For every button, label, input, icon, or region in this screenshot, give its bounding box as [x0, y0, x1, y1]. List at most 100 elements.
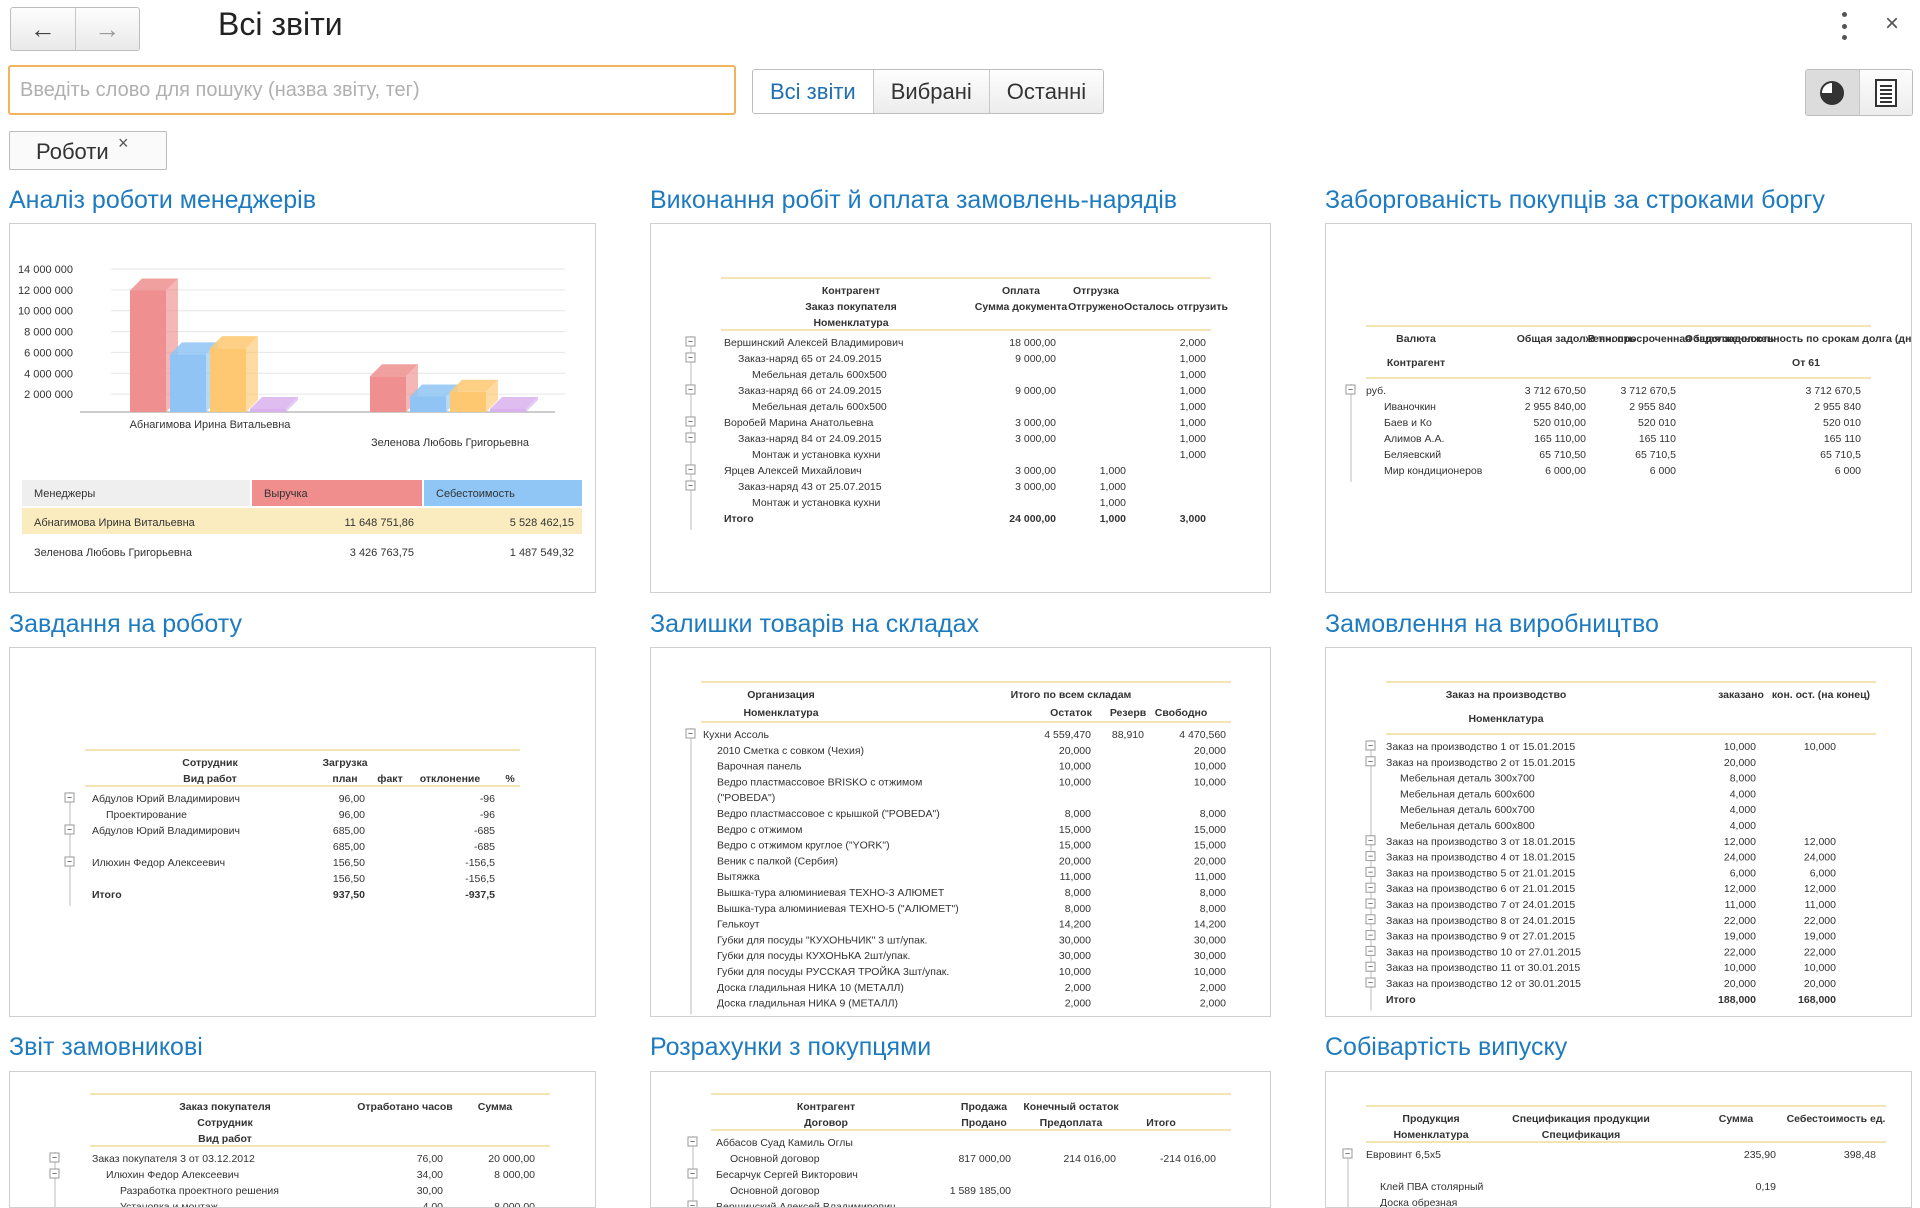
row-label: Доска гладильная НИКА 10 (МЕТАЛЛ) [717, 982, 904, 994]
row-label: руб. [1366, 385, 1386, 397]
tag-remove-icon[interactable]: × [118, 124, 129, 163]
report-title-work-assignment[interactable]: Завдання на роботу [9, 610, 242, 639]
header-cell: Продукция [1402, 1113, 1459, 1125]
report-preview-manager-analysis[interactable]: 14 000 000 12 000 000 10 000 000 8 000 000 6… [9, 223, 596, 593]
row-label: Итого [724, 513, 754, 525]
report-title-customer-settlements[interactable]: Розрахунки з покупцями [650, 1033, 931, 1062]
list-view-button[interactable] [1858, 70, 1912, 115]
report-preview-customer-report[interactable]: Заказ покупателя Отработано часов Сумма Сот… [9, 1071, 596, 1208]
row-label: Итого [1386, 994, 1416, 1006]
header-cell: Заказ покупателя [179, 1101, 271, 1113]
row-label: Мебельная деталь 300х700 [1400, 773, 1535, 785]
row-label: Основной договор [730, 1153, 820, 1165]
view-mode-toggle [1805, 69, 1913, 116]
filter-all-reports[interactable]: Всі звіти [753, 70, 873, 113]
header-cell: Свободно [1155, 707, 1208, 719]
filter-favorites[interactable]: Вибрані [872, 70, 989, 113]
row-value: 3 000,00 [1015, 417, 1056, 429]
row-value: 6,000 [1810, 867, 1836, 879]
row-value: 3,000 [1180, 513, 1206, 525]
row-value: 685,00 [333, 841, 365, 853]
row-value: 30,000 [1194, 934, 1226, 946]
report-preview-work-assignment[interactable]: Сотрудник Загрузка Вид работ план факт отклон… [9, 647, 596, 1017]
header-cell: % [505, 773, 515, 785]
report-title-production-orders[interactable]: Замовлення на виробництво [1325, 610, 1659, 639]
row-value: 1,000 [1180, 353, 1206, 365]
forward-button[interactable]: → [74, 8, 140, 50]
row-label: Губки для посуды РУССКАЯ ТРОЙКА 3шт/упак… [717, 965, 949, 978]
pie-chart-icon [1820, 80, 1845, 105]
row-value: 30,000 [1194, 950, 1226, 962]
preview-view-button[interactable] [1806, 70, 1859, 115]
row-value: 22,000 [1804, 946, 1836, 958]
report-title-manager-analysis[interactable]: Аналіз роботи менеджерів [9, 186, 316, 215]
row-value: 30,000 [1059, 934, 1091, 946]
row-value: 10,000 [1059, 966, 1091, 978]
row-value: 10,000 [1059, 761, 1091, 773]
row-value: 398,48 [1844, 1149, 1876, 1161]
search-input[interactable] [8, 65, 736, 115]
row-value: 9 000,00 [1015, 385, 1056, 397]
report-preview-production-cost[interactable]: Продукция Спецификация продукции Сумма Себе… [1325, 1071, 1912, 1208]
row-value: 8,000 [1065, 903, 1091, 915]
row-label: Монтаж и установка кухни [752, 449, 880, 461]
row-label: Бесарчук Сергей Викторович [716, 1169, 858, 1181]
header-cell: план [332, 773, 357, 785]
tag-filter-chip[interactable]: Роботи × [9, 131, 167, 170]
page-title: Всі звіти [218, 6, 343, 42]
report-preview-warehouse-stock[interactable]: Организация Итого по всем складам Номенкла… [650, 647, 1271, 1017]
header-cell: Контрагент [797, 1101, 855, 1113]
more-menu-icon[interactable] [1838, 12, 1850, 40]
report-preview-receivables-aging[interactable]: Валюта Общая задолженность В т.ч. просроче… [1325, 223, 1912, 593]
row-value: 3 712 670,5 [1806, 385, 1862, 397]
chart-bar [490, 409, 526, 412]
row-value: 6 000,00 [1545, 465, 1586, 477]
header-cell: Конечный остаток [1023, 1101, 1119, 1113]
row-value: 10,000 [1724, 741, 1756, 753]
row-label: Мебельная деталь 600х600 [1400, 788, 1535, 800]
row-value: 4,000 [1730, 804, 1756, 816]
row-label: Вышка-тура алюминиевая ТЕХНО-5 ("АЛЮМЕТ"… [717, 903, 959, 915]
row-label: Заказ на производство 9 от 27.01.2015 [1386, 931, 1575, 943]
header-cell: Себестоимость ед. [1787, 1113, 1886, 1125]
table-header-label: Менеджеры [34, 488, 95, 500]
report-title-production-cost[interactable]: Собівартість випуску [1325, 1033, 1567, 1062]
row-value: 20,000 [1804, 978, 1836, 990]
row-value: 15,000 [1059, 824, 1091, 836]
report-filter-group: Всі звіти Вибрані Останні [752, 69, 1105, 114]
close-button[interactable]: × [1885, 10, 1899, 38]
report-title-work-orders[interactable]: Виконання робіт й оплата замовлень-наряд… [650, 186, 1177, 215]
report-preview-work-orders[interactable]: Контрагент Оплата Отгрузка Заказ покупателя… [650, 223, 1271, 593]
report-title-warehouse-stock[interactable]: Залишки товарів на складах [650, 610, 979, 639]
row-value: 15,000 [1194, 840, 1226, 852]
tree-expander-sign: − [1368, 867, 1373, 877]
tree-expander-sign: − [688, 465, 693, 475]
header-cell: От 61 [1792, 357, 1820, 369]
report-preview-customer-settlements[interactable]: Контрагент Продажа Конечный остаток Договор… [650, 1071, 1271, 1208]
row-label: Мебельная деталь 600х700 [1400, 804, 1535, 816]
axis-tick-label: 2 000 000 [24, 389, 73, 401]
back-button[interactable]: ← [11, 8, 75, 50]
row-label: Кухни Ассоль [703, 729, 770, 741]
row-value: 937,50 [333, 889, 365, 901]
row-value: 3 000,00 [1015, 481, 1056, 493]
header-cell: Валюта [1396, 333, 1436, 345]
row-value: 520 010 [1638, 417, 1676, 429]
tree-expander-sign: − [688, 433, 693, 443]
report-title-receivables-aging[interactable]: Заборгованість покупців за строками борг… [1325, 186, 1825, 215]
tree-expander-sign: − [1368, 962, 1373, 972]
report-title-customer-report[interactable]: Звіт замовникові [9, 1033, 203, 1062]
row-value: 214 016,00 [1063, 1153, 1116, 1165]
tree-expander-sign: − [688, 729, 693, 739]
header-cell: Сумма [1719, 1113, 1754, 1125]
row-value: 10,000 [1724, 962, 1756, 974]
header-cell: Сотрудник [182, 757, 238, 769]
report-preview-production-orders[interactable]: Заказ на производство заказано кон. ост. (… [1325, 647, 1912, 1017]
row-value: 1,000 [1100, 497, 1126, 509]
filter-recent[interactable]: Останні [988, 70, 1104, 113]
tree-expander-sign: − [688, 481, 693, 491]
row-label: Доска гладильная НИКА 9 (МЕТАЛЛ) [717, 998, 898, 1010]
row-label: Мебельная деталь 600х800 [1400, 820, 1535, 832]
row-value: 10,000 [1059, 776, 1091, 788]
row-value: 2 955 840,00 [1525, 401, 1586, 413]
